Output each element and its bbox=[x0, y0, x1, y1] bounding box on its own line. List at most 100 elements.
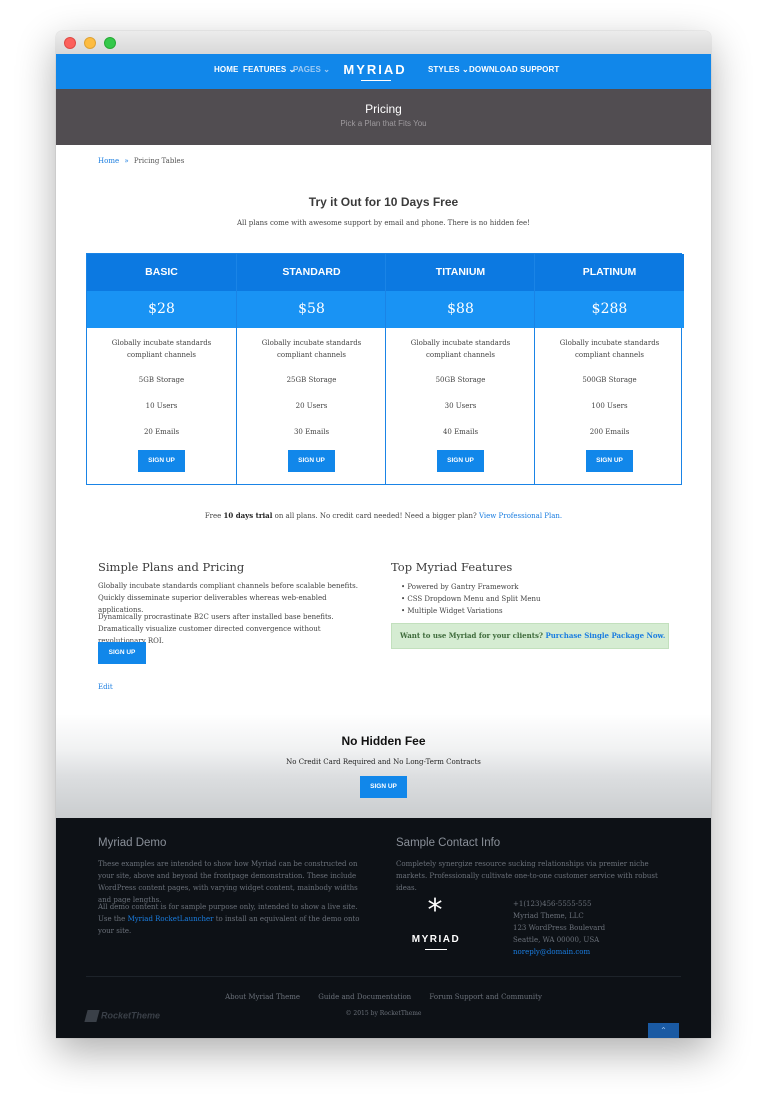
plan-storage: 25GB Storage bbox=[286, 376, 337, 384]
rocketlauncher-link[interactable]: Myriad RocketLauncher bbox=[128, 915, 214, 923]
purchase-single-package-link[interactable]: Purchase Single Package Now. bbox=[545, 631, 665, 640]
footer-link-about[interactable]: About Myriad Theme bbox=[225, 993, 300, 1001]
main-navigation: HOME FEATURES ⌄ PAGES ⌄ MYRIAD STYLES ⌄ … bbox=[56, 54, 711, 89]
nav-home[interactable]: HOME bbox=[214, 65, 238, 74]
plan-price: $58 bbox=[237, 291, 386, 328]
nav-support[interactable]: SUPPORT bbox=[520, 65, 559, 74]
edit-link[interactable]: Edit bbox=[98, 683, 113, 691]
feature-item-label: CSS Dropdown Menu and Split Menu bbox=[407, 595, 541, 603]
nav-features[interactable]: FEATURES ⌄ bbox=[243, 65, 295, 74]
simple-signup-button[interactable]: SIGN UP bbox=[98, 642, 146, 664]
no-hidden-fee-subheading: No Credit Card Required and No Long-Term… bbox=[286, 758, 481, 766]
pricing-column-basic: BASIC $28 Globally incubate standards co… bbox=[87, 254, 236, 484]
site-logo[interactable]: MYRIAD bbox=[343, 62, 407, 77]
plan-price: $28 bbox=[87, 291, 236, 328]
page-subtitle: Pick a Plan that Fits You bbox=[340, 119, 427, 128]
plan-description: Globally incubate standards compliant ch… bbox=[111, 339, 212, 359]
plan-description: Globally incubate standards compliant ch… bbox=[261, 339, 362, 359]
plan-emails: 30 Emails bbox=[293, 428, 330, 436]
list-item: • Powered by Gantry Framework bbox=[401, 583, 519, 591]
footer-demo-paragraph-2: All demo content is for sample purpose o… bbox=[98, 901, 370, 937]
signup-button[interactable]: SIGN UP bbox=[288, 450, 335, 472]
plan-users: 30 Users bbox=[444, 402, 477, 410]
contact-details: +1(123)456-5555-555 Myriad Theme, LLC 12… bbox=[513, 898, 605, 958]
nav-pages[interactable]: PAGES ⌄ bbox=[293, 65, 330, 74]
free-note-bold: 10 days trial bbox=[223, 511, 273, 520]
zoom-window-button[interactable] bbox=[104, 37, 116, 49]
plan-name: STANDARD bbox=[237, 254, 386, 291]
list-item: • CSS Dropdown Menu and Split Menu bbox=[401, 595, 541, 603]
back-to-top-button[interactable]: ⌃ bbox=[648, 1023, 679, 1038]
page-title: Pricing bbox=[365, 102, 402, 116]
footer-link-guide[interactable]: Guide and Documentation bbox=[318, 993, 411, 1001]
contact-street: 123 WordPress Boulevard bbox=[513, 924, 606, 932]
trial-heading: Try it Out for 10 Days Free bbox=[308, 195, 459, 209]
close-window-button[interactable] bbox=[64, 37, 76, 49]
purchase-alert: Want to use Myriad for your clients? Pur… bbox=[391, 623, 669, 649]
footer-demo-paragraph-1: These examples are intended to show how … bbox=[98, 860, 358, 904]
nav-download[interactable]: DOWNLOAD bbox=[469, 65, 518, 74]
nav-features-label: FEATURES bbox=[243, 65, 287, 74]
chevron-up-icon: ⌃ bbox=[660, 1026, 667, 1035]
plan-price: $288 bbox=[535, 291, 684, 328]
plan-storage: 50GB Storage bbox=[435, 376, 486, 384]
plan-storage: 500GB Storage bbox=[582, 376, 637, 384]
footer-contact-heading: Sample Contact Info bbox=[396, 837, 501, 849]
plan-users: 10 Users bbox=[145, 402, 178, 410]
signup-button[interactable]: SIGN UP bbox=[437, 450, 484, 472]
plan-name: TITANIUM bbox=[386, 254, 535, 291]
signup-button[interactable]: SIGN UP bbox=[586, 450, 633, 472]
alert-text: Want to use Myriad for your clients? bbox=[400, 631, 546, 640]
signup-button[interactable]: SIGN UP bbox=[138, 450, 185, 472]
breadcrumb-home[interactable]: Home bbox=[98, 157, 119, 165]
chevron-down-icon: ⌄ bbox=[462, 65, 469, 74]
footer-link-forum[interactable]: Forum Support and Community bbox=[429, 993, 542, 1001]
plan-description: Globally incubate standards compliant ch… bbox=[559, 339, 660, 359]
plan-emails: 20 Emails bbox=[143, 428, 180, 436]
contact-email-link[interactable]: noreply@domain.com bbox=[513, 946, 605, 958]
breadcrumb-separator-icon: » bbox=[124, 157, 129, 165]
feature-item-label: Powered by Gantry Framework bbox=[407, 583, 519, 591]
plan-emails: 200 Emails bbox=[589, 428, 630, 436]
copyright: © 2015 by RocketTheme bbox=[345, 1010, 422, 1017]
footer-divider bbox=[86, 976, 681, 977]
contact-phone: +1(123)456-5555-555 bbox=[513, 900, 592, 908]
free-note-middle: on all plans. No credit card needed! Nee… bbox=[272, 512, 479, 520]
contact-city: Seattle, WA 00000, USA bbox=[513, 936, 600, 944]
trial-subheading: All plans come with awesome support by e… bbox=[237, 219, 530, 227]
view-professional-plan-link[interactable]: View Professional Plan. bbox=[479, 512, 562, 520]
plan-users: 100 Users bbox=[591, 402, 628, 410]
plan-storage: 5GB Storage bbox=[138, 376, 185, 384]
pricing-table: BASIC $28 Globally incubate standards co… bbox=[86, 253, 684, 485]
browser-window: HOME FEATURES ⌄ PAGES ⌄ MYRIAD STYLES ⌄ … bbox=[56, 31, 711, 1038]
no-hidden-fee-signup-button[interactable]: SIGN UP bbox=[360, 776, 407, 798]
free-note-prefix: Free bbox=[204, 512, 224, 520]
pricing-column-standard: STANDARD $58 Globally incubate standards… bbox=[236, 254, 386, 484]
nav-styles-label: STYLES bbox=[428, 65, 460, 74]
footer-logo-text: MYRIAD bbox=[411, 934, 461, 945]
pricing-column-platinum: PLATINUM $288 Globally incubate standard… bbox=[534, 254, 684, 484]
no-hidden-fee-heading: No Hidden Fee bbox=[341, 734, 426, 748]
footer-logo-underline bbox=[425, 949, 447, 950]
plan-price: $88 bbox=[386, 291, 535, 328]
list-item: • Multiple Widget Variations bbox=[401, 607, 503, 615]
plan-emails: 40 Emails bbox=[442, 428, 479, 436]
contact-company: Myriad Theme, LLC bbox=[513, 912, 584, 920]
page-banner: Pricing Pick a Plan that Fits You bbox=[56, 89, 711, 145]
plan-description: Globally incubate standards compliant ch… bbox=[410, 339, 511, 359]
feature-item-label: Multiple Widget Variations bbox=[407, 607, 503, 615]
pricing-column-titanium: TITANIUM $88 Globally incubate standards… bbox=[385, 254, 535, 484]
footer-links: About Myriad Theme Guide and Documentati… bbox=[56, 993, 711, 1001]
top-features-heading: Top Myriad Features bbox=[391, 560, 513, 574]
nav-styles[interactable]: STYLES ⌄ bbox=[428, 65, 469, 74]
site-footer: Myriad Demo These examples are intended … bbox=[56, 818, 711, 1038]
breadcrumb: Home » Pricing Tables bbox=[98, 157, 184, 165]
no-hidden-fee-section: No Hidden Fee No Credit Card Required an… bbox=[56, 714, 711, 818]
plan-name: PLATINUM bbox=[535, 254, 684, 291]
footer-contact-paragraph: Completely synergize resource sucking re… bbox=[396, 860, 658, 892]
simple-plans-heading: Simple Plans and Pricing bbox=[98, 560, 245, 574]
minimize-window-button[interactable] bbox=[84, 37, 96, 49]
window-titlebar bbox=[56, 31, 711, 55]
breadcrumb-current: Pricing Tables bbox=[133, 157, 185, 165]
nav-pages-label: PAGES bbox=[293, 65, 321, 74]
